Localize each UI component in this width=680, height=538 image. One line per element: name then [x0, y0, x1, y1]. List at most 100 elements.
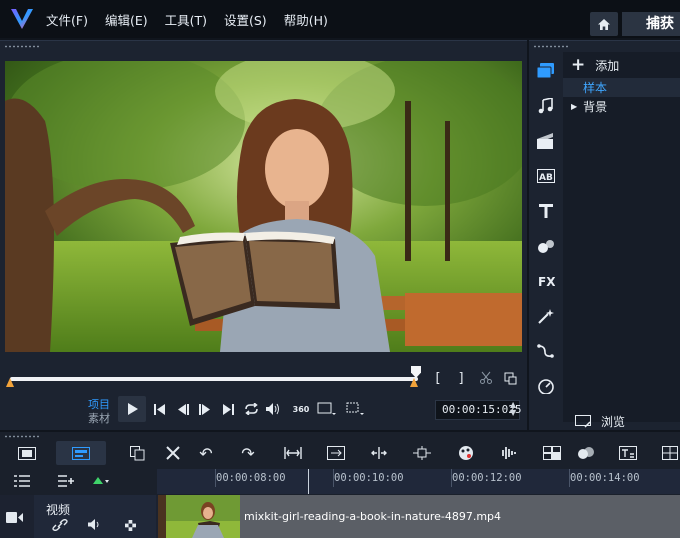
library-category-bar: AB FX	[529, 53, 562, 403]
video-track-icon	[6, 512, 23, 526]
next-frame-button[interactable]	[196, 401, 212, 417]
ruler-label: 00:00:08:00	[216, 472, 286, 484]
instant-project-icon	[536, 132, 553, 149]
fit-project-button[interactable]	[282, 441, 304, 465]
timeline-ruler[interactable]: 00:00:08:00 00:00:10:00 00:00:12:00 00:0…	[157, 469, 680, 494]
window-icon	[504, 372, 516, 384]
chapter-point-button[interactable]	[92, 475, 110, 490]
track-transparency-button[interactable]	[125, 520, 136, 534]
video-preview	[5, 61, 522, 352]
add-track-button[interactable]	[58, 475, 74, 490]
library-grip[interactable]	[533, 45, 569, 48]
split-screen-button[interactable]	[368, 441, 390, 465]
mark-in-button[interactable]: [	[433, 370, 443, 386]
copy-icon	[129, 445, 144, 460]
timeline-grip[interactable]	[4, 435, 40, 438]
subtitle-editor-button[interactable]	[617, 441, 639, 465]
music-category[interactable]	[529, 88, 562, 123]
mask-creator-button[interactable]	[660, 441, 680, 465]
aspect-ratio-icon	[317, 402, 336, 415]
timeline-view-button[interactable]	[56, 441, 106, 465]
menu-file[interactable]: 文件(F)	[46, 10, 88, 29]
app-logo	[11, 9, 33, 29]
play-button[interactable]	[118, 396, 146, 422]
timecode-field[interactable]: 00:00:15:025	[435, 400, 521, 420]
mark-out-marker[interactable]	[410, 378, 418, 387]
redo-button[interactable]: ↷	[238, 441, 258, 465]
transition-category[interactable]	[529, 228, 562, 263]
split-clip-button[interactable]	[478, 370, 494, 386]
grid-icon	[662, 446, 678, 460]
home-start-button[interactable]	[151, 401, 167, 417]
title-category[interactable]: AB	[529, 158, 562, 193]
tree-item-background[interactable]: ▶ 背景	[563, 97, 680, 116]
ruler-label: 00:00:10:00	[334, 472, 404, 484]
tools-button[interactable]	[162, 441, 184, 465]
browse-icon	[575, 414, 591, 428]
safe-area-button[interactable]	[345, 401, 367, 417]
track-manager-button[interactable]	[14, 475, 30, 490]
video-clip[interactable]: mixkit-girl-reading-a-book-in-nature-489…	[158, 495, 680, 538]
add-folder-button[interactable]: + 添加	[563, 52, 680, 78]
timecode-spinner[interactable]: ▲ ▼	[510, 401, 516, 417]
add-label: 添加	[595, 58, 620, 73]
tools-icon	[166, 446, 180, 460]
tab-capture[interactable]: 捕获	[622, 12, 680, 36]
text-category[interactable]	[529, 193, 562, 228]
tree-item-sample[interactable]: 样本	[563, 78, 680, 97]
volume-button[interactable]	[265, 401, 281, 417]
menu-settings[interactable]: 设置(S)	[224, 10, 267, 29]
clip-filename: mixkit-girl-reading-a-book-in-nature-489…	[244, 510, 502, 523]
timeline-playhead[interactable]	[308, 469, 309, 494]
speed-category[interactable]	[529, 368, 562, 403]
path-category[interactable]	[529, 333, 562, 368]
mark-out-button[interactable]: ]	[456, 370, 466, 386]
skip-start-icon	[153, 403, 165, 415]
painting-creator-button[interactable]	[455, 441, 477, 465]
blend-circles-icon	[578, 447, 594, 459]
record-screen-button[interactable]	[325, 441, 347, 465]
skip-end-icon	[222, 403, 234, 415]
previous-frame-button[interactable]	[175, 401, 191, 417]
speaker-icon	[266, 403, 279, 415]
enlarge-preview-button[interactable]	[502, 370, 518, 386]
multi-camera-button[interactable]	[541, 441, 563, 465]
media-category[interactable]	[529, 53, 562, 88]
music-icon	[538, 97, 553, 113]
fx-icon: FX	[538, 275, 555, 289]
fx-category[interactable]: FX	[529, 263, 562, 298]
link-button[interactable]	[52, 518, 68, 534]
ruler-label: 00:00:14:00	[570, 472, 640, 484]
undo-button[interactable]: ↶	[196, 441, 216, 465]
menu-help[interactable]: 帮助(H)	[284, 10, 328, 29]
scissors-icon	[480, 371, 492, 384]
menu-tools[interactable]: 工具(T)	[165, 10, 207, 29]
panel-grip[interactable]	[4, 45, 40, 48]
scrub-bar[interactable]	[10, 377, 418, 381]
browse-button[interactable]: 浏览	[563, 411, 680, 431]
chapter-marker-icon	[93, 477, 109, 484]
vr-360-button[interactable]: 360	[287, 398, 315, 420]
audio-ducking-button[interactable]	[497, 441, 519, 465]
copy-attributes-button[interactable]	[126, 441, 148, 465]
browse-label: 浏览	[601, 414, 626, 429]
motion-tracking-button[interactable]	[411, 441, 433, 465]
timeline-view-icon	[72, 446, 90, 460]
mode-clip[interactable]: 素材	[88, 410, 110, 426]
track-mute-button[interactable]	[88, 519, 102, 533]
magic-category[interactable]	[529, 298, 562, 333]
end-button[interactable]	[220, 401, 236, 417]
repeat-button[interactable]	[242, 401, 260, 417]
blend-button[interactable]	[575, 441, 597, 465]
multicam-icon	[543, 446, 561, 460]
clip-thumbnail	[158, 495, 240, 538]
mark-in-marker[interactable]	[6, 378, 14, 387]
menu-edit[interactable]: 编辑(E)	[105, 10, 148, 29]
track-list-icon	[14, 475, 30, 487]
home-button[interactable]	[590, 12, 618, 36]
aspect-ratio-button[interactable]	[316, 401, 338, 417]
instant-project-category[interactable]	[529, 123, 562, 158]
path-icon	[536, 343, 554, 358]
storyboard-view-button[interactable]	[14, 441, 40, 465]
svg-text:FX: FX	[538, 275, 555, 289]
